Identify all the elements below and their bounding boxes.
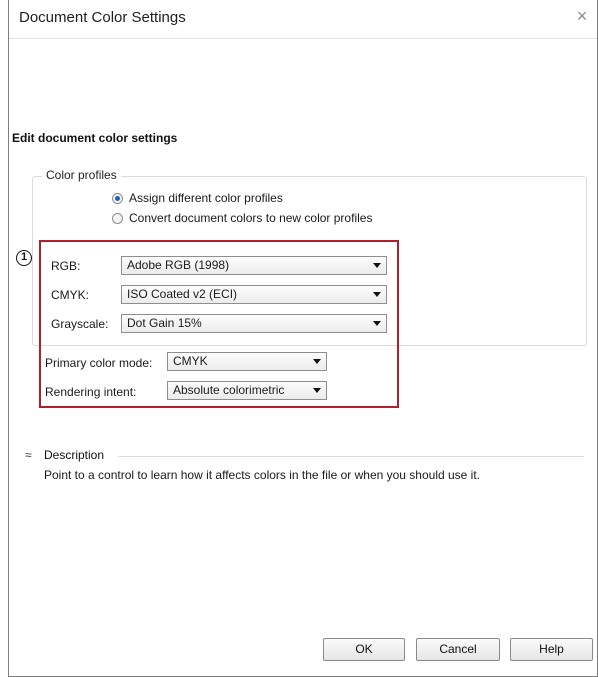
radio-label: Convert document colors to new color pro… bbox=[129, 211, 373, 225]
rendering-intent-dropdown[interactable]: Absolute colorimetric bbox=[167, 381, 327, 400]
rendering-intent-label: Rendering intent: bbox=[45, 385, 137, 399]
primary-color-mode-dropdown[interactable]: CMYK bbox=[167, 352, 327, 371]
callout-marker: 1 bbox=[16, 250, 32, 266]
description-divider bbox=[118, 456, 584, 457]
description-text: Point to a control to learn how it affec… bbox=[44, 468, 481, 482]
radio-button[interactable] bbox=[112, 213, 123, 224]
rendering-intent-value: Absolute colorimetric bbox=[173, 383, 285, 397]
primary-color-mode-value: CMYK bbox=[173, 354, 208, 368]
cmyk-label: CMYK: bbox=[51, 288, 90, 302]
dialog-title: Document Color Settings bbox=[19, 9, 186, 26]
section-heading: Edit document color settings bbox=[12, 131, 178, 145]
chevron-down-icon bbox=[373, 321, 381, 326]
chevron-down-icon bbox=[373, 292, 381, 297]
title-bar: Document Color Settings × bbox=[9, 0, 597, 39]
collapse-chevron-icon[interactable]: ≈ bbox=[25, 448, 32, 462]
rgb-profile-value: Adobe RGB (1998) bbox=[127, 258, 230, 272]
chevron-down-icon bbox=[313, 388, 321, 393]
radio-convert-colors[interactable]: Convert document colors to new color pro… bbox=[112, 211, 372, 225]
close-icon[interactable]: × bbox=[571, 5, 593, 27]
grayscale-profile-value: Dot Gain 15% bbox=[127, 316, 202, 330]
description-heading: Description bbox=[44, 448, 105, 462]
radio-assign-profiles[interactable]: Assign different color profiles bbox=[112, 191, 283, 205]
cmyk-profile-value: ISO Coated v2 (ECI) bbox=[127, 287, 238, 301]
radio-label: Assign different color profiles bbox=[129, 191, 283, 205]
rgb-profile-dropdown[interactable]: Adobe RGB (1998) bbox=[121, 256, 387, 275]
grayscale-profile-dropdown[interactable]: Dot Gain 15% bbox=[121, 314, 387, 333]
cancel-button[interactable]: Cancel bbox=[416, 638, 500, 661]
chevron-down-icon bbox=[313, 359, 321, 364]
chevron-down-icon bbox=[373, 263, 381, 268]
rgb-label: RGB: bbox=[51, 259, 81, 273]
cmyk-profile-dropdown[interactable]: ISO Coated v2 (ECI) bbox=[121, 285, 387, 304]
ok-button[interactable]: OK bbox=[323, 638, 405, 661]
help-button[interactable]: Help bbox=[510, 638, 593, 661]
color-profiles-legend: Color profiles bbox=[42, 168, 121, 182]
grayscale-label: Grayscale: bbox=[51, 317, 109, 331]
radio-button-checked[interactable] bbox=[112, 193, 123, 204]
primary-color-mode-label: Primary color mode: bbox=[45, 356, 153, 370]
